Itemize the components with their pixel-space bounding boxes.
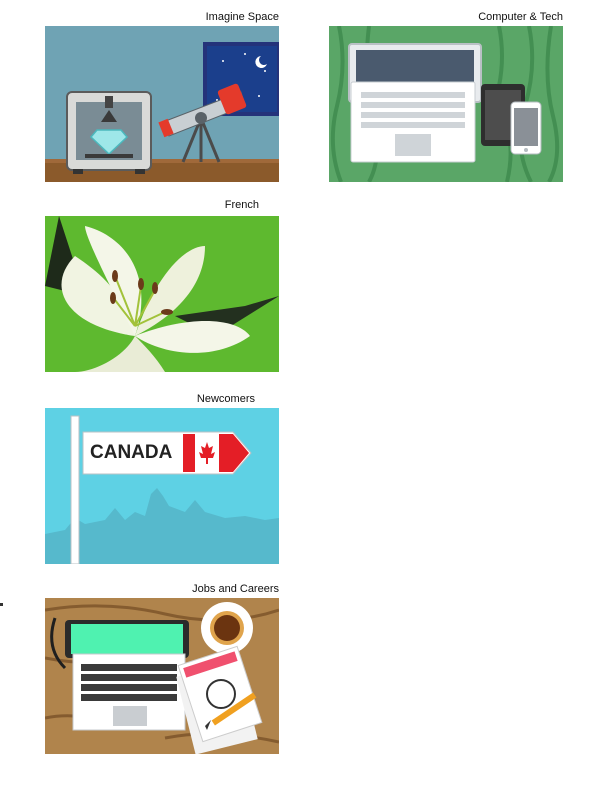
laptop-icon bbox=[65, 620, 189, 731]
card-title-jobs-careers: Jobs and Careers bbox=[192, 583, 279, 595]
card-image-imagine-space[interactable] bbox=[45, 26, 279, 182]
card-title-newcomers: Newcomers bbox=[196, 393, 255, 405]
card-image-jobs-careers[interactable] bbox=[45, 598, 279, 754]
signpost-pole bbox=[70, 415, 80, 564]
card-title-imagine-space: Imagine Space bbox=[205, 11, 279, 23]
card-image-computer-tech[interactable] bbox=[329, 26, 563, 182]
sign-text: CANADA bbox=[90, 442, 173, 463]
edge-mark bbox=[0, 603, 3, 606]
card-title-french: French bbox=[224, 199, 259, 211]
card-title-computer-tech: Computer & Tech bbox=[478, 11, 563, 23]
card-image-french[interactable] bbox=[45, 216, 279, 372]
card-image-newcomers[interactable]: CANADA bbox=[45, 408, 279, 564]
laptop-icon bbox=[348, 43, 482, 163]
